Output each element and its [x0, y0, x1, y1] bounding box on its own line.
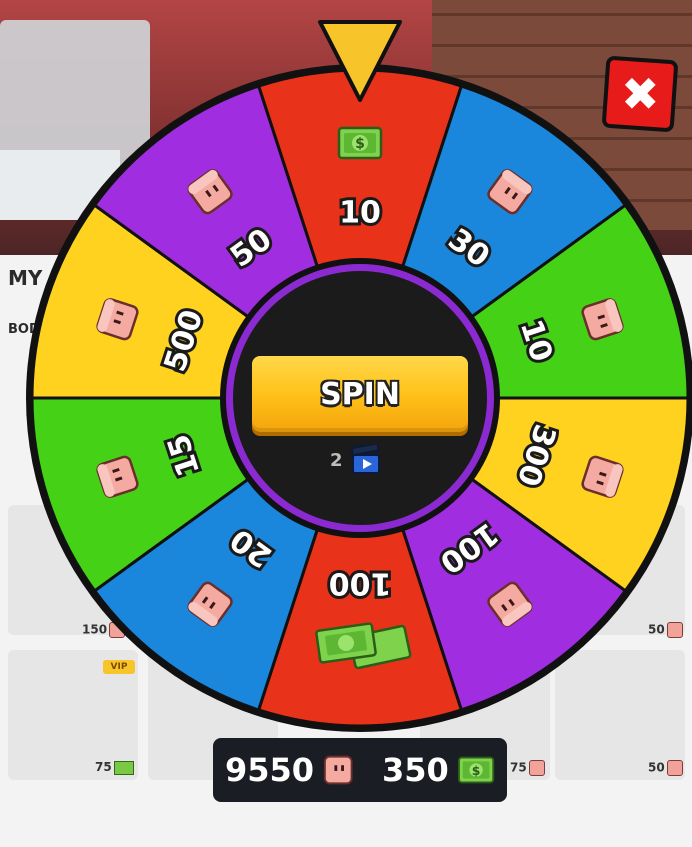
cash-icon: $ [457, 756, 495, 784]
segment-value: 10 [339, 196, 381, 231]
spin-count: 2 [330, 449, 343, 471]
clapperboard-icon [350, 445, 380, 474]
free-spin-counter: 2 [330, 443, 381, 477]
spin-button[interactable]: SPIN [252, 356, 468, 432]
cash-balance: 350 [382, 751, 449, 789]
svg-text:$: $ [355, 136, 365, 152]
spin-label: SPIN [320, 376, 400, 412]
segment-value: 100 [329, 566, 392, 601]
svg-text:$: $ [472, 763, 481, 778]
cube-balance: 9550 [225, 751, 315, 789]
cash-icon: $ [337, 126, 383, 160]
cube-icon [323, 755, 353, 785]
currency-bar: 9550 350 $ [213, 738, 507, 802]
